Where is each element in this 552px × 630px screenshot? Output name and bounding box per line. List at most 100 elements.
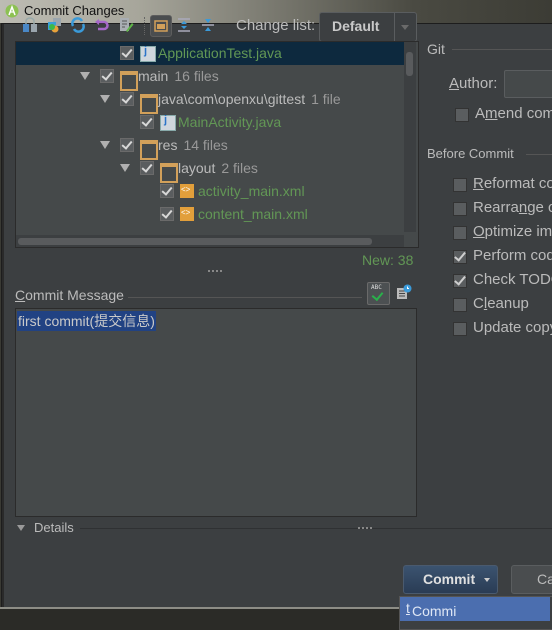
- tree-row[interactable]: layout 2 files: [16, 157, 404, 183]
- tree-row[interactable]: activity_main.xml: [16, 180, 404, 203]
- menu-item-commit[interactable]: Commi t: [400, 597, 550, 621]
- xml-file-icon: [180, 184, 194, 198]
- section-divider: [128, 297, 362, 298]
- tree-row-label: layout: [178, 160, 216, 176]
- tree-row-checkbox[interactable]: [160, 184, 174, 198]
- checkbox[interactable]: [453, 322, 467, 336]
- tree-row[interactable]: java\com\openxu\gittest 1 file: [16, 88, 404, 114]
- scrollbar-thumb[interactable]: [406, 52, 413, 76]
- tree-row[interactable]: res 14 files: [16, 134, 404, 160]
- checkbox[interactable]: [453, 250, 467, 264]
- changelist-value: Default: [332, 18, 380, 34]
- checkbox-label: Amend commit: [475, 105, 552, 122]
- refresh-icon: [71, 17, 85, 33]
- edit-source-button[interactable]: [116, 15, 136, 35]
- move-to-changelist-button[interactable]: [44, 15, 64, 35]
- tree-row-checkbox[interactable]: [120, 46, 134, 60]
- tree-row-checkbox[interactable]: [160, 207, 174, 221]
- tree-row-count: 14 files: [183, 137, 228, 153]
- checkbox[interactable]: [453, 202, 467, 216]
- checkbox-label: Check TODO: [473, 271, 552, 288]
- tree-row-label: content_main.xml: [198, 206, 308, 222]
- changes-tree[interactable]: ApplicationTest.java main 16 files java\c…: [15, 41, 419, 248]
- tree-row-label: ApplicationTest.java: [158, 45, 282, 61]
- cancel-button[interactable]: Cancel: [511, 565, 552, 594]
- details-toggle[interactable]: Details: [34, 520, 74, 535]
- checkbox[interactable]: [455, 108, 469, 122]
- commit-message-label: Commit Message: [15, 287, 124, 303]
- checkbox[interactable]: [453, 178, 467, 192]
- xml-file-icon: [180, 207, 194, 221]
- tree-row-count: 1 file: [311, 91, 341, 107]
- checkbox-label: Optimize imports: [473, 223, 552, 240]
- tree-row[interactable]: main 16 files: [16, 65, 404, 91]
- scrollbar-thumb[interactable]: [18, 238, 372, 245]
- new-files-count: New: 38: [362, 252, 414, 268]
- expand-all-icon: [178, 18, 190, 32]
- checkbox-label: Rearrange code: [473, 199, 552, 216]
- tree-row-label: main: [138, 68, 169, 84]
- expand-arrow-icon[interactable]: [100, 141, 110, 149]
- checkbox[interactable]: [453, 226, 467, 240]
- move-changelist-icon: [48, 18, 61, 33]
- commit-dropdown-menu: Commi t: [399, 596, 552, 630]
- checkbox-label: Perform code analysis: [473, 247, 552, 264]
- before-commit-section-label: Before Commit: [427, 146, 514, 161]
- tree-row-label: activity_main.xml: [198, 183, 305, 199]
- java-file-icon: [160, 114, 176, 131]
- changelist-dropdown[interactable]: Default: [319, 12, 417, 42]
- tree-row-count: 2 files: [221, 160, 258, 176]
- undo-icon: [95, 19, 109, 31]
- chevron-down-icon: [484, 578, 490, 582]
- checkbox-label: Reformat code: [473, 175, 552, 192]
- expand-arrow-icon[interactable]: [100, 95, 110, 103]
- author-input[interactable]: [504, 70, 552, 98]
- expand-arrow-icon[interactable]: [80, 72, 90, 80]
- tree-row-label: java\com\openxu\gittest: [158, 91, 306, 107]
- refresh-button[interactable]: [68, 15, 88, 35]
- tree-row-count: 16 files: [174, 68, 219, 84]
- expand-all-button[interactable]: [174, 15, 194, 35]
- checkbox[interactable]: [453, 274, 467, 288]
- compare-icon: [23, 17, 37, 32]
- commit-button[interactable]: Commit: [403, 565, 498, 594]
- commit-message-input[interactable]: first commit(提交信息): [15, 308, 417, 517]
- android-studio-icon: [5, 4, 19, 18]
- changelist-label: Change list:: [236, 17, 316, 34]
- tree-row[interactable]: ApplicationTest.java: [16, 42, 404, 65]
- collapse-all-button[interactable]: [198, 15, 218, 35]
- collapse-all-icon: [202, 19, 214, 31]
- tree-row[interactable]: content_main.xml: [16, 203, 404, 226]
- checkbox-label: Update copyright: [473, 319, 552, 336]
- group-by-directory-button[interactable]: [150, 15, 172, 37]
- tree-horizontal-scrollbar[interactable]: [16, 235, 404, 247]
- splitter-handle[interactable]: [208, 270, 222, 275]
- section-divider: [80, 528, 552, 529]
- tree-row-checkbox[interactable]: [140, 115, 154, 129]
- splitter-handle[interactable]: [358, 527, 372, 529]
- message-history-icon[interactable]: [396, 284, 412, 300]
- tree-row-checkbox[interactable]: [120, 92, 134, 106]
- commit-message-text: first commit(提交信息): [17, 311, 156, 331]
- window-frame-edge: [0, 607, 400, 630]
- tree-row-checkbox[interactable]: [100, 69, 114, 83]
- expand-arrow-icon[interactable]: [120, 164, 130, 172]
- chevron-down-icon[interactable]: [394, 13, 416, 41]
- toolbar-separator: [144, 17, 145, 35]
- section-divider: [452, 49, 552, 50]
- tree-row-checkbox[interactable]: [140, 161, 154, 175]
- tree-row-label: res: [158, 137, 178, 153]
- tree-row[interactable]: MainActivity.java: [16, 111, 404, 134]
- rollback-button[interactable]: [92, 15, 112, 35]
- spellcheck-button[interactable]: ABC: [367, 282, 390, 305]
- checkbox[interactable]: [453, 298, 467, 312]
- section-divider: [526, 154, 552, 155]
- tree-vertical-scrollbar[interactable]: [404, 42, 416, 232]
- edit-icon: [120, 18, 134, 32]
- git-section-label: Git: [427, 41, 445, 57]
- checkbox-label: Cleanup: [473, 295, 529, 312]
- folder-group-icon: [154, 20, 168, 32]
- tree-row-checkbox[interactable]: [120, 138, 134, 152]
- details-expand-icon[interactable]: [17, 525, 25, 531]
- show-diff-button[interactable]: [20, 15, 40, 35]
